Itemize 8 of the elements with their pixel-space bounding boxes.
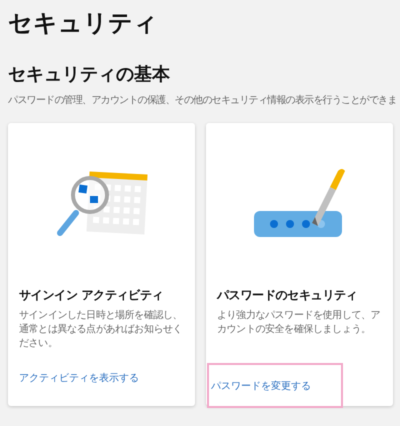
card-description: より強力なパスワードを使用して、アカウントの安全を確保しましょう。 [217,309,382,337]
card-title: パスワードのセキュリティ [217,287,358,303]
card-link[interactable]: アクティビティを表示する [19,371,139,386]
section-heading: セキュリティの基本 [8,63,171,87]
card-link[interactable]: パスワードを変更する [209,365,341,406]
card-title: サインイン アクティビティ [19,287,164,303]
card-description: サインインした日時と場所を確認し、通常とは異なる点があればお知らせください。 [19,309,184,351]
page-title: セキュリティ [8,8,159,39]
